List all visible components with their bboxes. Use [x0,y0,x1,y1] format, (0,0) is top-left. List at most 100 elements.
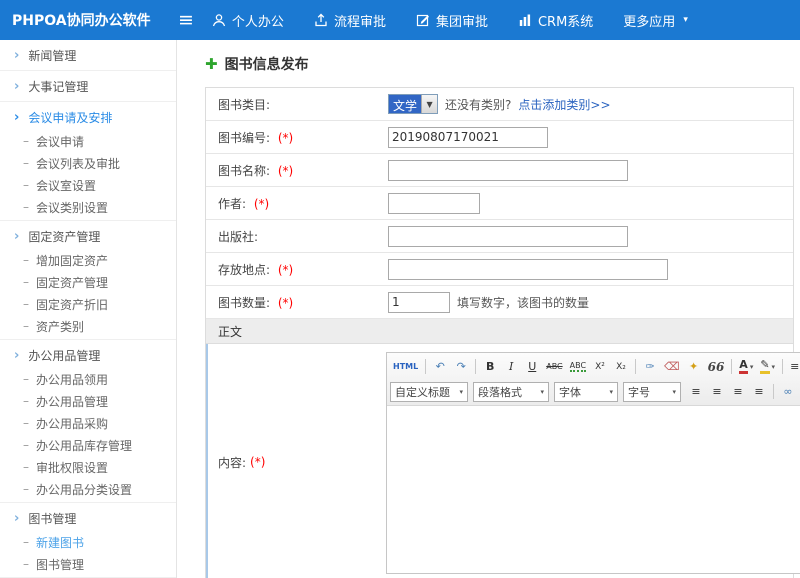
top-bar: PHPOA协同办公软件 ≡ 个人办公 流程审批 集团审批 CRM系统 更多应用 … [0,0,800,40]
sidebar-item-meeting-room-settings[interactable]: – 会议室设置 [0,174,176,196]
editor-toolbar: HTML ↶ ↷ B I U ABC ABC X² [387,353,800,406]
add-category-link[interactable]: 点击添加类别>> [518,96,610,113]
dash-icon: – [23,253,29,267]
sidebar-item-supplies-purchase[interactable]: – 办公用品采购 [0,412,176,434]
sidebar-item-label: 固定资产管理 [36,274,108,291]
sidebar-item-office-supplies-management[interactable]: › 办公用品管理 [0,342,176,368]
sidebar-item-approval-permission-settings[interactable]: – 审批权限设置 [0,456,176,478]
select-label: 字号 [628,384,650,400]
app-logo: PHPOA协同办公软件 [0,10,170,30]
sidebar-item-label: 办公用品管理 [28,347,100,364]
publisher-input[interactable] [388,226,628,247]
dash-icon: – [23,297,29,311]
sidebar-item-label: 新建图书 [36,534,84,551]
required-mark: (*) [254,197,269,211]
nav-personal-office[interactable]: 个人办公 [212,11,284,30]
book-name-input[interactable] [388,160,628,181]
sidebar-item-supplies-classification-settings[interactable]: – 办公用品分类设置 [0,478,176,500]
eraser-icon: ⌫ [664,360,680,373]
page-title-text: 图书信息发布 [225,54,309,74]
sidebar-item-meeting-category-settings[interactable]: – 会议类别设置 [0,196,176,218]
custom-heading-select[interactable]: 自定义标题▾ [390,382,468,402]
field-label: 图书编号: (*) [206,129,386,146]
sidebar-item-add-fixed-asset[interactable]: – 增加固定资产 [0,249,176,271]
sidebar-item-supplies-manage[interactable]: – 办公用品管理 [0,390,176,412]
italic-button[interactable]: I [501,357,521,377]
paragraph-format-select[interactable]: 段落格式▾ [473,382,549,402]
bold-icon: B [486,360,494,373]
field-label: 作者: (*) [206,195,386,212]
sidebar-item-fixed-asset-manage[interactable]: – 固定资产管理 [0,271,176,293]
sidebar-item-label: 图书管理 [28,510,76,527]
remove-format-button[interactable]: ✦ [684,357,704,377]
strikethrough-button[interactable]: ABC [543,357,565,377]
format-painter-button[interactable]: ✑ [640,357,660,377]
undo-button[interactable]: ↶ [430,357,450,377]
background-color-button[interactable]: ✎▾ [757,357,778,377]
spellcheck-icon: ABC [570,361,586,372]
sidebar-item-supplies-claim[interactable]: – 办公用品领用 [0,368,176,390]
sidebar-item-label: 办公用品库存管理 [36,437,132,454]
align-left-button[interactable]: ≡ [686,382,706,402]
sidebar-item-events-management[interactable]: › 大事记管理 [0,73,176,99]
spellcheck-button[interactable]: ABC [567,357,589,377]
sidebar-item-meeting-apply[interactable]: – 会议申请 [0,130,176,152]
undo-icon: ↶ [436,360,445,373]
html-source-button[interactable]: HTML [390,357,421,377]
font-color-button[interactable]: A▾ [736,357,756,377]
chevron-down-icon: ▾ [672,388,676,396]
sidebar-item-supplies-inventory[interactable]: – 办公用品库存管理 [0,434,176,456]
strikethrough-icon: ABC [546,362,562,371]
nav-more-apps[interactable]: 更多应用 ▾ [623,11,688,30]
quantity-input[interactable] [388,292,450,313]
sidebar-item-new-book[interactable]: – 新建图书 [0,531,176,553]
hamburger-menu-icon[interactable]: ≡ [178,11,194,30]
sidebar-item-fixed-assets-management[interactable]: › 固定资产管理 [0,223,176,249]
underline-button[interactable]: U [522,357,542,377]
align-right-button[interactable]: ≡ [728,382,748,402]
sidebar-item-book-management[interactable]: › 图书管理 [0,505,176,531]
editor-content-area[interactable] [387,406,800,573]
sidebar-item-label: 大事记管理 [28,78,88,95]
sidebar-item-asset-category[interactable]: – 资产类别 [0,315,176,337]
subscript-icon: X₂ [616,362,626,372]
book-code-input[interactable] [388,127,548,148]
align-justify-button[interactable]: ≡ [749,382,769,402]
bold-button[interactable]: B [480,357,500,377]
sidebar-item-fixed-asset-depreciation[interactable]: – 固定资产折旧 [0,293,176,315]
nav-flow-approval[interactable]: 流程审批 [314,11,386,30]
sidebar-item-label: 审批权限设置 [36,459,108,476]
subscript-button[interactable]: X₂ [611,357,631,377]
redo-button[interactable]: ↷ [451,357,471,377]
format-painter-icon: ✑ [645,360,654,373]
dash-icon: – [23,557,29,571]
dash-icon: – [23,394,29,408]
book-category-select[interactable]: 文学 ▼ [388,94,438,114]
sidebar-item-meeting-management[interactable]: › 会议申请及安排 [0,104,176,130]
toolbar-separator [425,359,426,374]
dash-icon: – [23,482,29,496]
sidebar-item-news-management[interactable]: › 新闻管理 [0,42,176,68]
form-row-author: 作者: (*) [206,187,793,220]
nav-group-approval[interactable]: 集团审批 [416,11,488,30]
blockquote-button[interactable]: 66 [705,357,728,377]
chevron-down-icon: ▾ [609,388,613,396]
chevron-down-icon: ▾ [772,363,776,371]
sidebar-item-label: 会议室设置 [36,177,96,194]
sidebar-item-meeting-list-approval[interactable]: – 会议列表及审批 [0,152,176,174]
author-input[interactable] [388,193,480,214]
location-input[interactable] [388,259,668,280]
insert-link-button[interactable]: ∞ [778,382,798,402]
eraser-button[interactable]: ⌫ [661,357,683,377]
ordered-list-button[interactable]: ≡▾ [787,357,800,377]
align-center-button[interactable]: ≡ [707,382,727,402]
user-icon [212,13,226,27]
font-family-select[interactable]: 字体▾ [554,382,618,402]
sidebar-item-book-manage[interactable]: – 图书管理 [0,553,176,575]
align-right-icon: ≡ [733,385,742,398]
sidebar-item-label: 办公用品分类设置 [36,481,132,498]
superscript-button[interactable]: X² [590,357,610,377]
font-size-select[interactable]: 字号 ▾ [623,382,681,402]
nav-crm-system[interactable]: CRM系统 [518,11,593,30]
sidebar-item-label: 固定资产折旧 [36,296,108,313]
